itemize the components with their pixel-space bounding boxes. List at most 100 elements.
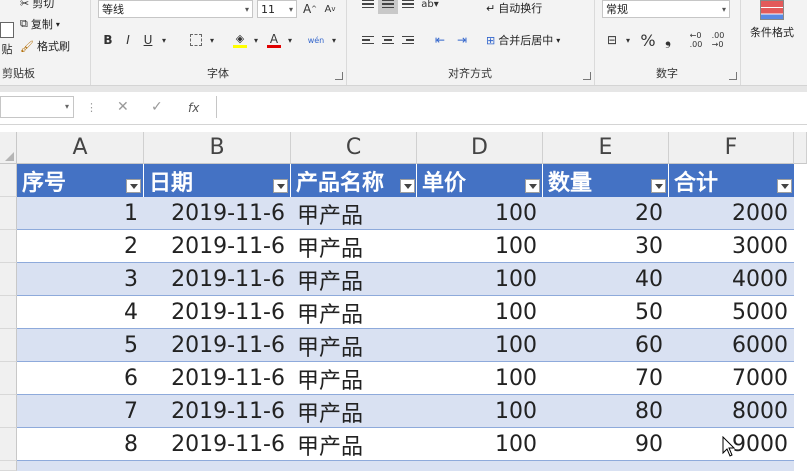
row-header-5[interactable] xyxy=(0,296,17,329)
merge-center-button[interactable]: ⊞ 合并后居中 ▾ xyxy=(486,32,560,48)
row-header-10[interactable] xyxy=(0,461,17,471)
orientation-icon[interactable]: ab▾ xyxy=(420,0,440,14)
chevron-down-icon[interactable]: ▾ xyxy=(202,30,222,50)
cell-price[interactable]: 100 xyxy=(417,329,543,362)
column-header-f[interactable]: F xyxy=(669,132,794,164)
cell-qty[interactable]: 50 xyxy=(543,296,669,329)
column-header-g[interactable] xyxy=(794,132,807,164)
conditional-format-icon[interactable] xyxy=(760,0,784,20)
row-header-1[interactable] xyxy=(0,164,17,197)
table-header-cell[interactable]: 单价 xyxy=(417,164,543,197)
cell-seq[interactable]: 1 xyxy=(17,197,144,230)
cell-seq[interactable]: 6 xyxy=(17,362,144,395)
cell-date[interactable]: 2019-11-6 xyxy=(144,197,291,230)
cell-total[interactable]: 6000 xyxy=(669,329,794,362)
align-top-icon[interactable] xyxy=(358,0,378,14)
align-middle-icon[interactable] xyxy=(378,0,398,14)
row-header-8[interactable] xyxy=(0,395,17,428)
cell-qty[interactable]: 40 xyxy=(543,263,669,296)
number-dialog-launcher-icon[interactable] xyxy=(729,72,737,80)
italic-button[interactable]: I xyxy=(118,30,138,50)
align-right-icon[interactable] xyxy=(398,30,418,50)
cell-date[interactable]: 2019-11-6 xyxy=(144,230,291,263)
cell-product[interactable]: 甲产品 xyxy=(291,230,417,263)
cell-seq[interactable]: 2 xyxy=(17,230,144,263)
cell-qty[interactable]: 80 xyxy=(543,395,669,428)
column-header-b[interactable]: B xyxy=(144,132,291,164)
filter-dropdown-icon[interactable] xyxy=(126,179,141,193)
cell-product[interactable]: 甲产品 xyxy=(291,395,417,428)
chevron-down-icon[interactable]: ▾ xyxy=(618,30,638,50)
wrap-text-button[interactable]: ↵ 自动换行 xyxy=(486,0,542,16)
cell-product[interactable]: 甲产品 xyxy=(291,296,417,329)
more-icon[interactable]: ⋮ xyxy=(86,101,97,114)
enter-icon[interactable]: ✓ xyxy=(151,99,163,115)
cell-total[interactable]: 4000 xyxy=(669,263,794,296)
table-header-cell[interactable]: 序号 xyxy=(17,164,144,197)
cell-date[interactable]: 2019-11-6 xyxy=(144,362,291,395)
cell-total[interactable]: 3000 xyxy=(669,230,794,263)
cell-total[interactable]: 8000 xyxy=(669,395,794,428)
column-header-e[interactable]: E xyxy=(543,132,669,164)
cell-seq[interactable]: 5 xyxy=(17,329,144,362)
align-left-icon[interactable] xyxy=(358,30,378,50)
decrease-font-icon[interactable]: Av xyxy=(320,0,340,19)
cell-seq[interactable]: 7 xyxy=(17,395,144,428)
row-header-2[interactable] xyxy=(0,197,17,230)
cell-price[interactable]: 100 xyxy=(417,230,543,263)
chevron-down-icon[interactable]: ▾ xyxy=(246,30,266,50)
select-all-corner[interactable] xyxy=(0,132,17,164)
number-format-select[interactable]: 常规 ▾ xyxy=(602,0,730,18)
filter-dropdown-icon[interactable] xyxy=(651,179,666,193)
cell-product[interactable]: 甲产品 xyxy=(291,263,417,296)
cell-qty[interactable]: 20 xyxy=(543,197,669,230)
bold-button[interactable]: B xyxy=(98,30,118,50)
cell-product[interactable]: 甲产品 xyxy=(291,428,417,461)
increase-font-icon[interactable]: A ^ xyxy=(300,0,320,19)
name-box[interactable]: ▾ xyxy=(0,96,74,118)
cell-qty[interactable]: 30 xyxy=(543,230,669,263)
table-header-cell[interactable]: 日期 xyxy=(144,164,291,197)
copy-button[interactable]: ⧉ 复制 ▾ xyxy=(20,16,60,32)
cell-product[interactable]: 甲产品 xyxy=(291,362,417,395)
percent-button[interactable]: % xyxy=(638,30,658,50)
filter-dropdown-icon[interactable] xyxy=(273,179,288,193)
table-header-cell[interactable]: 产品名称 xyxy=(291,164,417,197)
cell-date[interactable]: 2019-11-6 xyxy=(144,263,291,296)
cell-seq[interactable]: 8 xyxy=(17,428,144,461)
cell-date[interactable]: 2019-11-6 xyxy=(144,296,291,329)
font-size-select[interactable]: 11 ▾ xyxy=(257,0,297,18)
column-header-c[interactable]: C xyxy=(291,132,417,164)
cell-price[interactable]: 100 xyxy=(417,263,543,296)
filter-dropdown-icon[interactable] xyxy=(525,179,540,193)
cut-button[interactable]: ✂ 剪切 xyxy=(20,0,54,11)
cell-seq[interactable]: 3 xyxy=(17,263,144,296)
filter-dropdown-icon[interactable] xyxy=(400,179,415,193)
cell-price[interactable]: 100 xyxy=(417,395,543,428)
cell-total[interactable]: 2000 xyxy=(669,197,794,230)
cell-date[interactable]: 2019-11-6 xyxy=(144,329,291,362)
phonetic-button[interactable]: wén xyxy=(306,30,326,50)
insert-function-icon[interactable]: fx xyxy=(188,101,199,115)
cell-total[interactable]: 5000 xyxy=(669,296,794,329)
alignment-dialog-launcher-icon[interactable] xyxy=(583,72,591,80)
paste-button[interactable]: 贴 xyxy=(0,22,14,57)
table-header-cell[interactable]: 数量 xyxy=(543,164,669,197)
font-name-select[interactable]: 等线 ▾ xyxy=(98,0,253,18)
comma-style-button[interactable]: ❟ xyxy=(658,30,678,50)
cell-price[interactable]: 100 xyxy=(417,362,543,395)
row-header-3[interactable] xyxy=(0,230,17,263)
formula-input[interactable] xyxy=(216,96,807,118)
cell-product[interactable]: 甲产品 xyxy=(291,329,417,362)
column-header-d[interactable]: D xyxy=(417,132,543,164)
filter-dropdown-icon[interactable] xyxy=(777,179,792,193)
row-header-9[interactable] xyxy=(0,428,17,461)
format-painter-button[interactable]: 🖌 格式刷 xyxy=(20,38,70,54)
column-header-a[interactable]: A xyxy=(17,132,144,164)
increase-decimal-icon[interactable]: ←0.00 xyxy=(686,30,706,50)
row-header-4[interactable] xyxy=(0,263,17,296)
align-bottom-icon[interactable] xyxy=(398,0,418,14)
cell-seq[interactable]: 4 xyxy=(17,296,144,329)
row-header-6[interactable] xyxy=(0,329,17,362)
cell-price[interactable]: 100 xyxy=(417,296,543,329)
